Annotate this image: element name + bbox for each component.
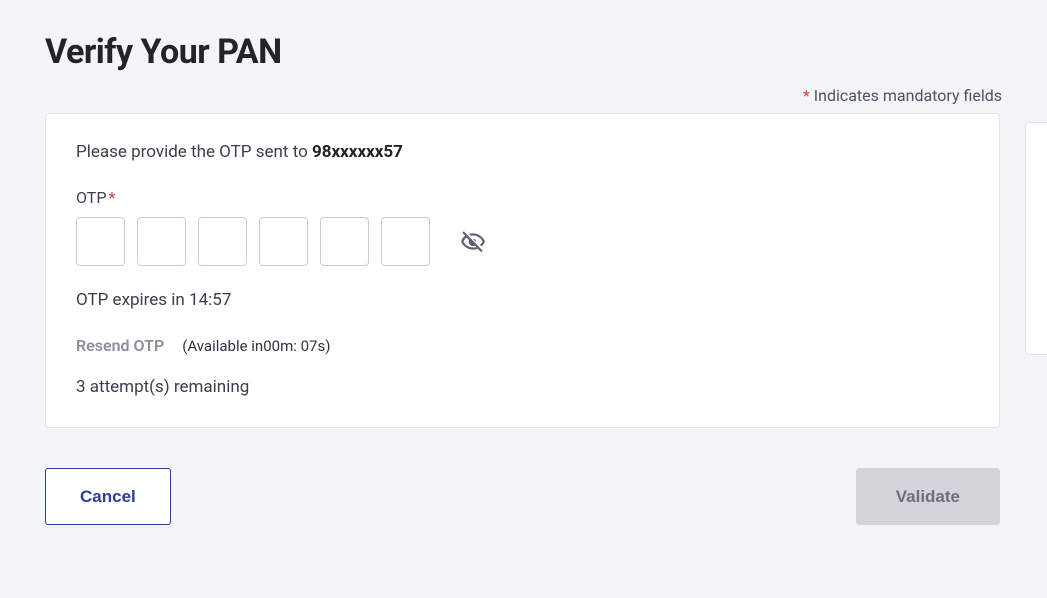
masked-phone: 98xxxxxx57	[312, 142, 403, 162]
eye-off-icon[interactable]	[460, 229, 486, 255]
otp-digit-4[interactable]	[259, 217, 308, 266]
resend-availability: (Available in00m: 07s)	[182, 337, 330, 355]
mandatory-fields-text: Indicates mandatory fields	[814, 86, 1002, 105]
otp-digit-5[interactable]	[320, 217, 369, 266]
otp-prompt-prefix: Please provide the OTP sent to	[76, 142, 312, 162]
validate-button[interactable]: Validate	[856, 468, 1000, 525]
expires-prefix: OTP expires in	[76, 290, 189, 310]
otp-digit-2[interactable]	[137, 217, 186, 266]
attempts-remaining: 3 attempt(s) remaining	[76, 377, 969, 397]
cancel-button[interactable]: Cancel	[45, 468, 171, 525]
resend-row: Resend OTP (Available in00m: 07s)	[76, 336, 969, 355]
otp-prompt: Please provide the OTP sent to 98xxxxxx5…	[76, 142, 969, 162]
otp-card: Please provide the OTP sent to 98xxxxxx5…	[45, 113, 1000, 428]
otp-digit-1[interactable]	[76, 217, 125, 266]
otp-field-label: OTP*	[76, 188, 969, 207]
adjacent-card-sliver	[1025, 122, 1047, 355]
resend-otp-link: Resend OTP	[76, 336, 164, 355]
mandatory-fields-note: *Indicates mandatory fields	[45, 86, 1002, 105]
otp-input-row	[76, 217, 969, 266]
otp-digit-3[interactable]	[198, 217, 247, 266]
expires-time: 14:57	[189, 290, 231, 310]
asterisk-icon: *	[803, 86, 810, 105]
otp-digit-6[interactable]	[381, 217, 430, 266]
otp-expires: OTP expires in 14:57	[76, 290, 969, 310]
action-bar: Cancel Validate	[45, 468, 1000, 525]
page-title: Verify Your PAN	[45, 32, 1002, 72]
required-asterisk: *	[108, 188, 115, 207]
